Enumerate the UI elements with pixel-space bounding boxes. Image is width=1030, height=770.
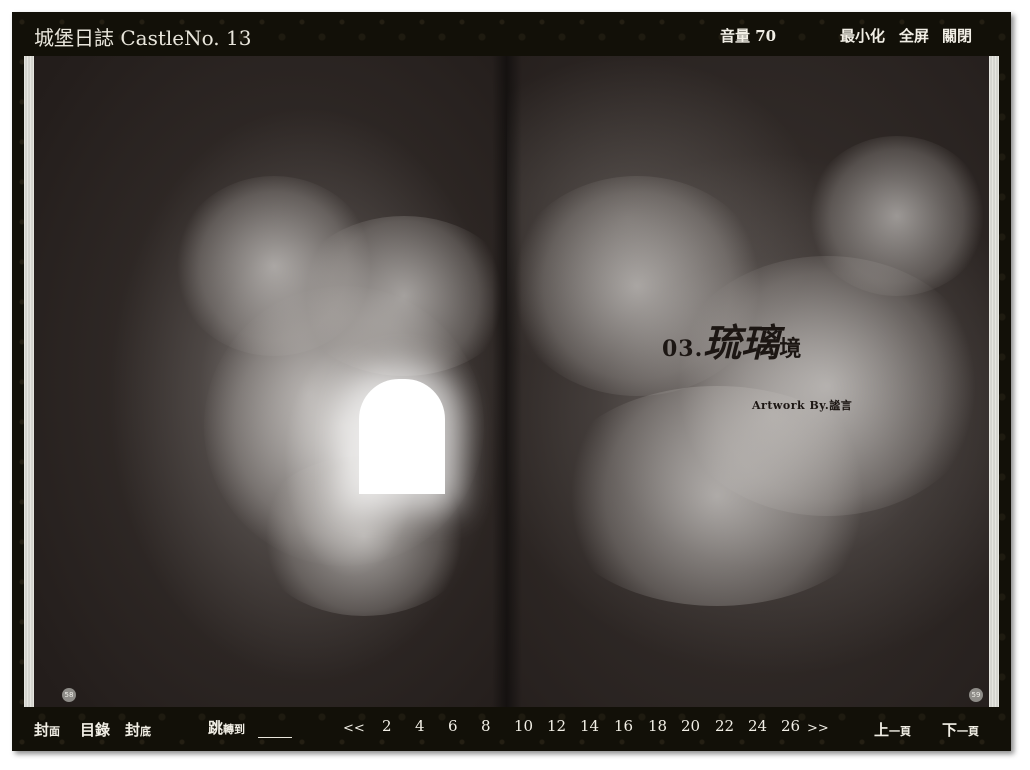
left-page[interactable]: 58 bbox=[34, 56, 507, 707]
previous-page-label-small: 一頁 bbox=[889, 725, 912, 738]
artwork-credit: Artwork By.謐言 bbox=[752, 399, 853, 412]
book-gutter bbox=[492, 56, 522, 707]
page-link-10[interactable]: 10 bbox=[514, 717, 533, 735]
page-link-6[interactable]: 6 bbox=[448, 717, 458, 735]
next-page-button[interactable]: 下一頁 bbox=[942, 719, 979, 740]
right-page[interactable]: 59 bbox=[507, 56, 989, 707]
page-link-4[interactable]: 4 bbox=[415, 717, 425, 735]
cloud-shape bbox=[807, 136, 987, 296]
title-bar: 城堡日誌 CastleNo. 13 音量 70 最小化 全屏 關閉 bbox=[12, 12, 1011, 56]
app-title: 城堡日誌 CastleNo. 13 bbox=[34, 26, 252, 50]
page-link-8[interactable]: 8 bbox=[481, 717, 491, 735]
page-link-20[interactable]: 20 bbox=[681, 717, 700, 735]
previous-page-label: 上 bbox=[874, 721, 890, 739]
close-button[interactable]: 關閉 bbox=[942, 25, 972, 46]
next-page-label: 下 bbox=[942, 721, 958, 739]
page-link-18[interactable]: 18 bbox=[648, 717, 667, 735]
cloud-shape bbox=[294, 216, 507, 376]
page-link-16[interactable]: 16 bbox=[614, 717, 633, 735]
volume-control[interactable]: 音量 70 bbox=[720, 25, 776, 46]
chapter-name-suffix: 境 bbox=[779, 336, 802, 362]
minimize-button[interactable]: 最小化 bbox=[840, 25, 885, 46]
cover-label-small: 面 bbox=[49, 725, 61, 738]
left-page-edges bbox=[24, 56, 34, 707]
page-link-24[interactable]: 24 bbox=[748, 717, 767, 735]
jump-to-page-input[interactable] bbox=[258, 719, 292, 738]
chapter-number: 03. bbox=[662, 336, 704, 362]
next-pages-arrow[interactable]: >> bbox=[807, 721, 829, 736]
book-spread: 58 59 bbox=[24, 56, 999, 707]
jump-label-main: 跳 bbox=[208, 719, 224, 737]
cover-label: 封 bbox=[34, 721, 50, 739]
page-number-badge: 58 bbox=[62, 688, 76, 702]
page-link-2[interactable]: 2 bbox=[382, 717, 392, 735]
toc-button[interactable]: 目錄 bbox=[80, 719, 110, 740]
page-link-22[interactable]: 22 bbox=[715, 717, 734, 735]
chapter-name: 琉璃 bbox=[703, 320, 780, 365]
right-page-edges bbox=[989, 56, 999, 707]
next-page-label-small: 一頁 bbox=[957, 725, 980, 738]
page-number-badge: 59 bbox=[969, 688, 983, 702]
page-link-12[interactable]: 12 bbox=[547, 717, 566, 735]
page-link-26[interactable]: 26 bbox=[781, 717, 800, 735]
back-cover-button[interactable]: 封底 bbox=[125, 719, 151, 740]
previous-page-button[interactable]: 上一頁 bbox=[874, 719, 911, 740]
glowing-doorway bbox=[359, 379, 445, 494]
back-cover-label-small: 底 bbox=[140, 725, 152, 738]
page-link-14[interactable]: 14 bbox=[580, 717, 599, 735]
chapter-heading: 03.琉璃境 bbox=[662, 312, 801, 367]
bottom-nav-bar: 封面 目錄 封底 跳轉到 << 2 4 6 8 10 12 14 16 18 2… bbox=[12, 707, 1011, 751]
prev-pages-arrow[interactable]: << bbox=[343, 721, 365, 736]
cloud-shape bbox=[547, 386, 887, 606]
back-cover-label: 封 bbox=[125, 721, 141, 739]
cover-button[interactable]: 封面 bbox=[34, 719, 60, 740]
jump-label-small: 轉到 bbox=[223, 723, 246, 736]
fullscreen-button[interactable]: 全屏 bbox=[899, 25, 929, 46]
app-window: 城堡日誌 CastleNo. 13 音量 70 最小化 全屏 關閉 58 59 … bbox=[12, 12, 1011, 751]
jump-to-label: 跳轉到 bbox=[208, 717, 245, 738]
